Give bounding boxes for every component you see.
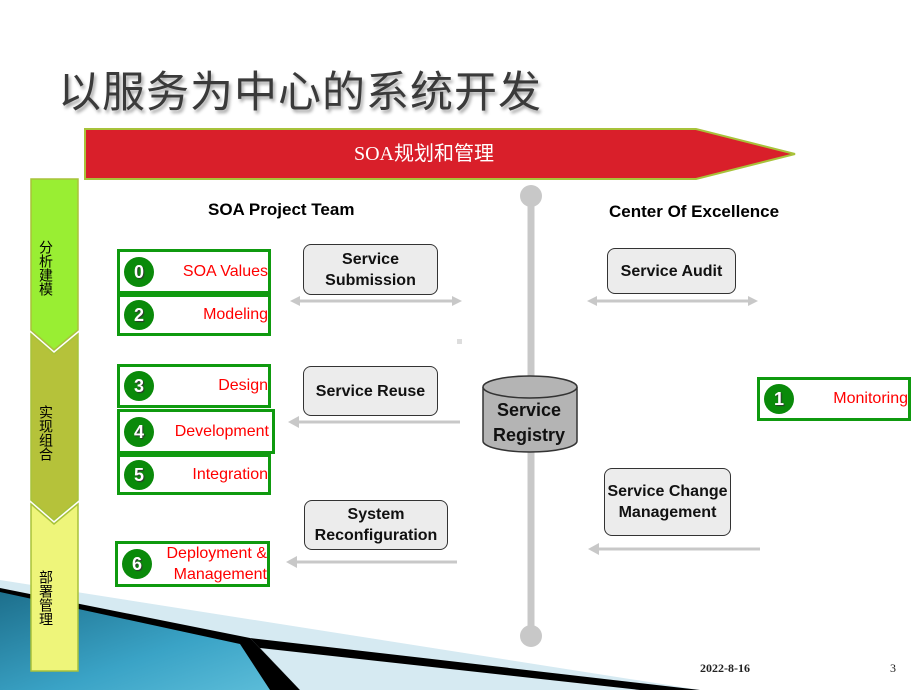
reconfiguration-arrow bbox=[286, 556, 457, 568]
process-system-reconfiguration[interactable]: System Reconfiguration bbox=[304, 500, 448, 550]
audit-arrow bbox=[587, 296, 758, 306]
process-service-change-management[interactable]: Service Change Management bbox=[604, 468, 731, 536]
registry-label-line2: Registry bbox=[492, 425, 566, 445]
reuse-arrow bbox=[288, 416, 460, 428]
small-marker bbox=[457, 339, 462, 344]
process-service-submission[interactable]: Service Submission bbox=[303, 244, 438, 295]
process-service-audit[interactable]: Service Audit bbox=[607, 248, 736, 294]
bus-top-node bbox=[520, 185, 542, 207]
footer-date: 2022-8-16 bbox=[700, 661, 750, 675]
bus-bottom-node bbox=[520, 625, 542, 647]
footer-page-number: 3 bbox=[890, 661, 896, 675]
change-arrow bbox=[588, 543, 760, 555]
registry-label-line1: Service bbox=[496, 400, 562, 420]
submission-arrow bbox=[290, 296, 462, 306]
service-registry-label: Service Registry bbox=[481, 398, 577, 448]
connector-layer bbox=[286, 185, 760, 647]
process-service-reuse[interactable]: Service Reuse bbox=[303, 366, 438, 416]
